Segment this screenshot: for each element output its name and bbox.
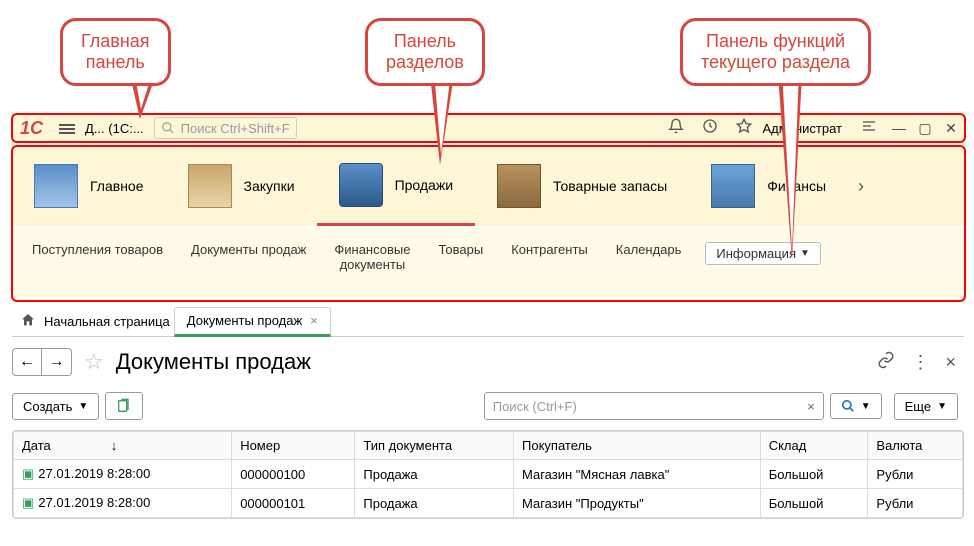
cell-warehouse: Большой (760, 489, 868, 518)
col-number[interactable]: Номер (232, 432, 355, 460)
section-label: Закупки (244, 178, 295, 194)
callout-main-panel: Главная панель (60, 18, 171, 86)
func-calendar[interactable]: Календарь (602, 242, 696, 257)
section-purchases[interactable]: Закупки (166, 164, 317, 208)
create-label: Создать (23, 399, 72, 414)
caret-down-icon: ▼ (78, 401, 88, 412)
close-button[interactable]: ✕ (938, 120, 964, 137)
caret-down-icon: ▼ (937, 401, 947, 412)
func-sales-docs[interactable]: Документы продаж (177, 242, 320, 257)
finance-icon (711, 164, 755, 208)
col-date[interactable]: Дата↓ (14, 432, 232, 460)
star-icon[interactable] (736, 118, 752, 138)
section-label: Товарные запасы (553, 178, 667, 194)
maximize-button[interactable]: ▢ (912, 120, 938, 137)
link-icon[interactable] (877, 351, 895, 374)
tab-label: Документы продаж (187, 313, 302, 328)
callout-tail (430, 75, 454, 165)
func-fin-docs[interactable]: Финансовые документы (320, 242, 424, 272)
home-icon[interactable] (20, 312, 36, 332)
sections-panel: Главное Закупки Продажи Товарные запасы … (12, 146, 964, 226)
col-type[interactable]: Тип документа (355, 432, 514, 460)
table-row[interactable]: ▣ 27.01.2019 8:28:00 000000101 Продажа Ма… (14, 489, 963, 518)
func-goods[interactable]: Товары (424, 242, 497, 257)
search-button[interactable]: ▼ (830, 393, 882, 419)
page-toolbar: Создать ▼ Поиск (Ctrl+F) × ▼ Еще ▼ (12, 388, 964, 424)
bag-icon (188, 164, 232, 208)
tabs-bar: Начальная страница Документы продаж × (12, 307, 964, 337)
cash-register-icon (339, 163, 383, 207)
more-label: Еще (905, 399, 931, 414)
minimize-button[interactable]: — (886, 120, 912, 136)
section-main-icon (34, 164, 78, 208)
cell-type: Продажа (355, 489, 514, 518)
callout-sections-panel: Панель разделов (365, 18, 485, 86)
col-buyer[interactable]: Покупатель (514, 432, 761, 460)
settings-icon[interactable] (861, 118, 877, 138)
tab-home[interactable]: Начальная страница (44, 314, 170, 329)
cell-number: 000000101 (232, 489, 355, 518)
copy-button[interactable] (105, 392, 143, 420)
history-icon[interactable] (702, 118, 718, 138)
search-placeholder: Поиск Ctrl+Shift+F (181, 121, 290, 136)
section-stock[interactable]: Товарные запасы (475, 164, 689, 208)
search-icon (161, 121, 175, 135)
page-title: Документы продаж (116, 349, 311, 375)
section-label: Главное (90, 178, 144, 194)
close-tab-icon[interactable]: × (310, 313, 318, 328)
menu-icon[interactable] (59, 122, 75, 134)
section-label: Продажи (395, 177, 453, 193)
func-counterparties[interactable]: Контрагенты (497, 242, 602, 257)
clear-search-icon[interactable]: × (807, 399, 815, 414)
app-title: Д... (1С:... (85, 121, 144, 136)
caret-down-icon: ▼ (861, 401, 871, 412)
nav-back-button[interactable]: ← (12, 348, 42, 376)
cell-date: 27.01.2019 8:28:00 (38, 466, 150, 481)
document-icon: ▣ (22, 466, 34, 481)
create-button[interactable]: Создать ▼ (12, 393, 99, 420)
func-info-button[interactable]: Информация ▼ (705, 242, 821, 265)
functions-panel: Поступления товаров Документы продаж Фин… (12, 228, 964, 300)
chevron-right-icon[interactable]: › (858, 176, 864, 197)
cell-currency: Рубли (868, 489, 963, 518)
more-button[interactable]: Еще ▼ (894, 393, 958, 420)
col-currency[interactable]: Валюта (868, 432, 963, 460)
close-page-icon[interactable]: × (945, 352, 956, 373)
callout-tail (778, 75, 802, 260)
cell-number: 000000100 (232, 460, 355, 489)
section-finance[interactable]: Финансы (689, 164, 848, 208)
cell-currency: Рубли (868, 460, 963, 489)
documents-table: Дата↓ Номер Тип документа Покупатель Скл… (12, 430, 964, 519)
table-header-row: Дата↓ Номер Тип документа Покупатель Скл… (14, 432, 963, 460)
search-placeholder: Поиск (Ctrl+F) (493, 399, 577, 414)
user-label[interactable]: Администрат (763, 121, 842, 136)
list-search-input[interactable]: Поиск (Ctrl+F) × (484, 392, 824, 420)
document-icon: ▣ (22, 495, 34, 510)
nav-forward-button[interactable]: → (42, 348, 72, 376)
more-icon[interactable]: ⋮ (911, 352, 929, 373)
callout-functions-panel: Панель функций текущего раздела (680, 18, 871, 86)
global-search[interactable]: Поиск Ctrl+Shift+F (154, 117, 297, 139)
cell-warehouse: Большой (760, 460, 868, 489)
page-header: ← → ☆ Документы продаж ⋮ × (12, 342, 964, 382)
copy-icon (116, 398, 132, 414)
col-warehouse[interactable]: Склад (760, 432, 868, 460)
sort-icon: ↓ (111, 438, 118, 453)
box-icon (497, 164, 541, 208)
section-main[interactable]: Главное (12, 164, 166, 208)
cell-buyer: Магазин "Мясная лавка" (514, 460, 761, 489)
logo-1c: 1C (12, 118, 51, 139)
cell-date: 27.01.2019 8:28:00 (38, 495, 150, 510)
bell-icon[interactable] (668, 118, 684, 138)
table-row[interactable]: ▣ 27.01.2019 8:28:00 000000100 Продажа Ма… (14, 460, 963, 489)
func-goods-in[interactable]: Поступления товаров (18, 242, 177, 257)
tab-sales-docs[interactable]: Документы продаж × (174, 307, 331, 337)
cell-type: Продажа (355, 460, 514, 489)
search-icon (841, 399, 855, 413)
favorite-star-icon[interactable]: ☆ (84, 349, 104, 375)
cell-buyer: Магазин "Продукты" (514, 489, 761, 518)
